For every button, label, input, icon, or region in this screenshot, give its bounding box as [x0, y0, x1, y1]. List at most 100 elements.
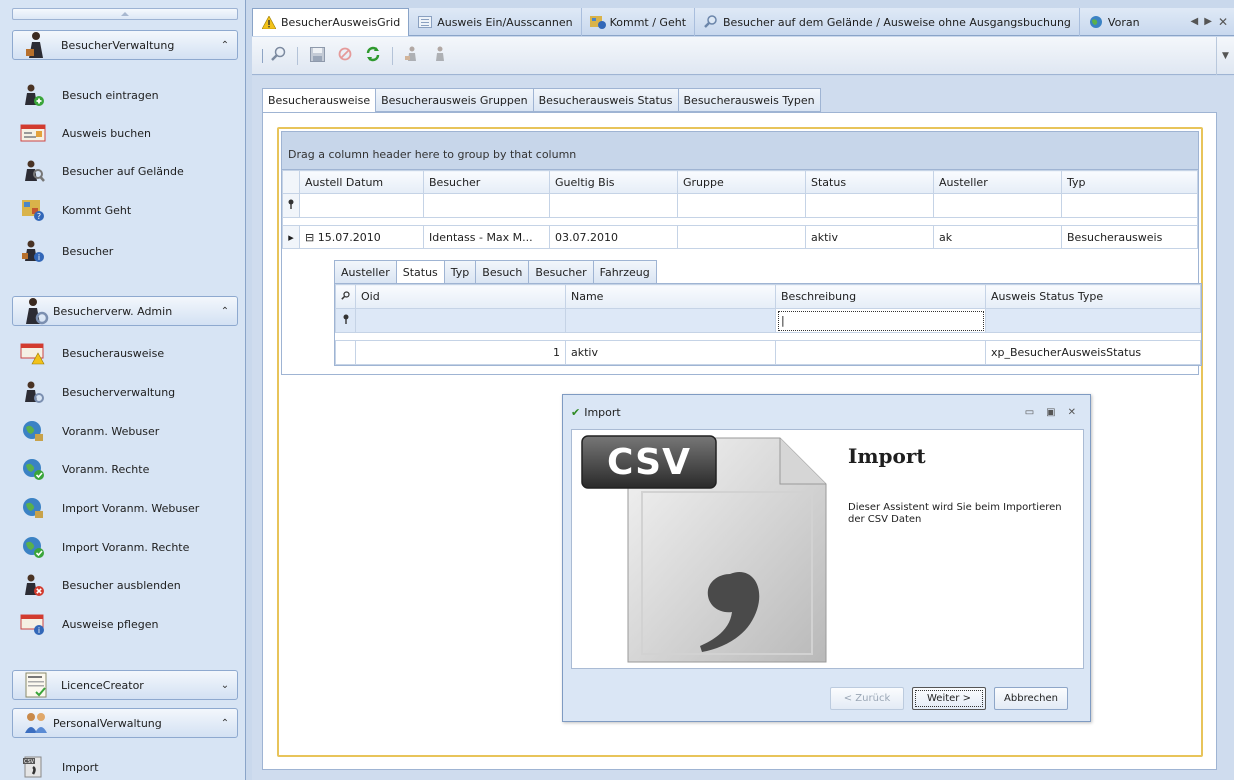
column-header-gueltig-bis[interactable]: Gueltig Bis [549, 170, 678, 194]
table-cell[interactable]: 1 [355, 340, 566, 365]
table-cell[interactable]: Identass - Max M... [423, 225, 550, 249]
column-header-status[interactable]: Status [805, 170, 934, 194]
sidebar-item-besucherverwaltung[interactable]: Besucherverwaltung [18, 377, 238, 407]
table-cell[interactable] [775, 340, 986, 365]
filter-cell[interactable] [423, 193, 550, 218]
tab-ausweis-ein-ausscannen[interactable]: Ausweis Ein/Ausscannen [409, 8, 582, 36]
close-icon[interactable]: ✕ [1068, 407, 1076, 418]
column-header-beschreibung[interactable]: Beschreibung [775, 284, 986, 309]
detail-tab-typ[interactable]: Typ [444, 260, 477, 284]
table-cell[interactable]: aktiv [805, 225, 934, 249]
table-cell[interactable]: ak [933, 225, 1062, 249]
sidebar-item-import-voranm-webuser[interactable]: Import Voranm. Webuser [18, 493, 238, 523]
sidebar-item-voranm-rechte[interactable]: Voranm. Rechte [18, 454, 238, 484]
detail-tab-austeller[interactable]: Austeller [334, 260, 397, 284]
detail-tab-besucher[interactable]: Besucher [529, 260, 594, 284]
sidebar-item-kommt-geht[interactable]: ? Kommt Geht [18, 195, 238, 225]
detail-tab-status[interactable]: Status [396, 260, 445, 284]
tab-kommt-geht[interactable]: Kommt / Geht [582, 8, 696, 36]
group-header-besucherverw-admin[interactable]: Besucherverw. Admin ⌃ [12, 296, 238, 326]
close-tab-icon[interactable]: ✕ [1218, 15, 1228, 29]
list-icon [417, 15, 433, 29]
filter-cell[interactable] [565, 308, 776, 333]
sidebar-item-voranm-webuser[interactable]: Voranm. Webuser [18, 416, 238, 446]
filter-cell[interactable] [985, 308, 1201, 333]
tab-besucher-auf-dem-gelaende[interactable]: Besucher auf dem Gelände / Ausweise ohne… [695, 8, 1080, 36]
group-header-licencecreator[interactable]: LicenceCreator ⌄ [12, 670, 238, 700]
column-header-typ[interactable]: Typ [1061, 170, 1198, 194]
table-cell[interactable]: Besucherausweis [1061, 225, 1198, 249]
detail-tab-fahrzeug[interactable]: Fahrzeug [593, 260, 657, 284]
tab-besucherausweise[interactable]: Besucherausweise [262, 88, 377, 113]
cancel-button[interactable] [336, 47, 354, 65]
search-icon[interactable] [335, 284, 356, 309]
tab-voran[interactable]: Voran [1080, 8, 1142, 36]
sidebar-item-label: Besucherverwaltung [62, 385, 176, 399]
filter-cell-active-editor[interactable]: | [775, 308, 986, 333]
come-go-icon [589, 15, 606, 29]
tab-scroll-left-icon[interactable]: ◀ [1191, 16, 1199, 27]
detail-tab-besuch[interactable]: Besuch [476, 260, 530, 284]
filter-cell[interactable] [805, 193, 934, 218]
import-dialog: ✔ Import ▭ ▣ ✕ CSV Import Dieser Assiste… [562, 394, 1091, 722]
save-button[interactable] [308, 46, 326, 65]
tab-besucherausweis-typen[interactable]: Besucherausweis Typen [678, 88, 821, 112]
expand-chevron-icon[interactable]: ⌄ [213, 680, 237, 691]
column-header-austell-datum[interactable]: Austell Datum [299, 170, 424, 194]
tab-besucherausweis-status[interactable]: Besucherausweis Status [533, 88, 679, 112]
tab-label: Besucher auf dem Gelände / Ausweise ohne… [723, 15, 1071, 29]
filter-cell[interactable] [1061, 193, 1198, 218]
collapse-chevron-icon[interactable]: ⌃ [213, 306, 237, 317]
minimize-icon[interactable]: ▭ [1025, 407, 1034, 418]
table-cell[interactable]: aktiv [565, 340, 776, 365]
sidebar-item-import-voranm-rechte[interactable]: Import Voranm. Rechte [18, 532, 238, 562]
sidebar-item-besucher-auf-gelaende[interactable]: Besucher auf Gelände [18, 156, 238, 186]
sidebar-item-besucherausweise[interactable]: Besucherausweise [18, 338, 238, 368]
sidebar-item-ausweise-pflegen[interactable]: i Ausweise pflegen [18, 609, 238, 639]
column-header-oid[interactable]: Oid [355, 284, 566, 309]
globe-check-icon [18, 456, 48, 482]
refresh-button[interactable] [364, 46, 382, 65]
table-row[interactable]: ▸ ⊟ 15.07.2010 Identass - Max M... 03.07… [282, 225, 1198, 249]
tab-scroll-right-icon[interactable]: ▶ [1204, 16, 1212, 27]
tab-besucherausweisgrid[interactable]: BesucherAusweisGrid [252, 8, 410, 36]
column-header-besucher[interactable]: Besucher [423, 170, 550, 194]
filter-cell[interactable] [933, 193, 1062, 218]
sidebar-item-ausweis-buchen[interactable]: Ausweis buchen [18, 118, 238, 148]
table-cell[interactable] [677, 225, 806, 249]
sidebar-scroll-up-button[interactable] [12, 8, 238, 20]
column-header-name[interactable]: Name [565, 284, 776, 309]
sidebar-item-import[interactable]: CSV Import [18, 752, 238, 780]
table-row[interactable]: 1 aktiv xp_BesucherAusweisStatus [335, 340, 1201, 365]
maximize-icon[interactable]: ▣ [1046, 407, 1055, 418]
filter-cell[interactable] [355, 308, 566, 333]
group-header-personalverwaltung[interactable]: PersonalVerwaltung ⌃ [12, 708, 238, 738]
back-button[interactable]: < Zurück [830, 686, 904, 710]
search-button[interactable] [269, 46, 287, 65]
expand-collapse-icon[interactable]: ⊟ [305, 231, 314, 244]
toolbar-grip [262, 48, 263, 63]
next-button[interactable]: Weiter > [912, 686, 986, 710]
sidebar-item-besucher[interactable]: i Besucher [18, 236, 238, 266]
toolbar-overflow-dropdown[interactable]: ▼ [1216, 37, 1234, 75]
filter-cell[interactable] [299, 193, 424, 218]
sidebar-item-besucher-ausblenden[interactable]: Besucher ausblenden [18, 570, 238, 600]
table-cell[interactable]: ⊟ 15.07.2010 [299, 225, 424, 249]
filter-cell[interactable] [677, 193, 806, 218]
tab-besucherausweis-gruppen[interactable]: Besucherausweis Gruppen [376, 88, 534, 112]
column-header-gruppe[interactable]: Gruppe [677, 170, 806, 194]
sidebar-item-besuch-eintragen[interactable]: Besuch eintragen [18, 80, 238, 110]
table-cell[interactable]: 03.07.2010 [549, 225, 678, 249]
group-by-panel[interactable]: Drag a column header here to group by th… [282, 132, 1198, 170]
visitor-action-button-2[interactable] [431, 46, 449, 65]
dialog-title-bar[interactable]: ✔ Import ▭ ▣ ✕ [563, 395, 1090, 429]
collapse-chevron-icon[interactable]: ⌃ [213, 718, 237, 729]
visitor-action-button[interactable] [403, 46, 421, 65]
table-cell[interactable]: xp_BesucherAusweisStatus [985, 340, 1201, 365]
column-header-ausweis-status-type[interactable]: Ausweis Status Type [985, 284, 1201, 309]
column-header-austeller[interactable]: Austeller [933, 170, 1062, 194]
cancel-button[interactable]: Abbrechen [994, 686, 1068, 710]
group-header-besucherverwaltung[interactable]: BesucherVerwaltung ⌃ [12, 30, 238, 60]
collapse-chevron-icon[interactable]: ⌃ [213, 40, 237, 51]
filter-cell[interactable] [549, 193, 678, 218]
